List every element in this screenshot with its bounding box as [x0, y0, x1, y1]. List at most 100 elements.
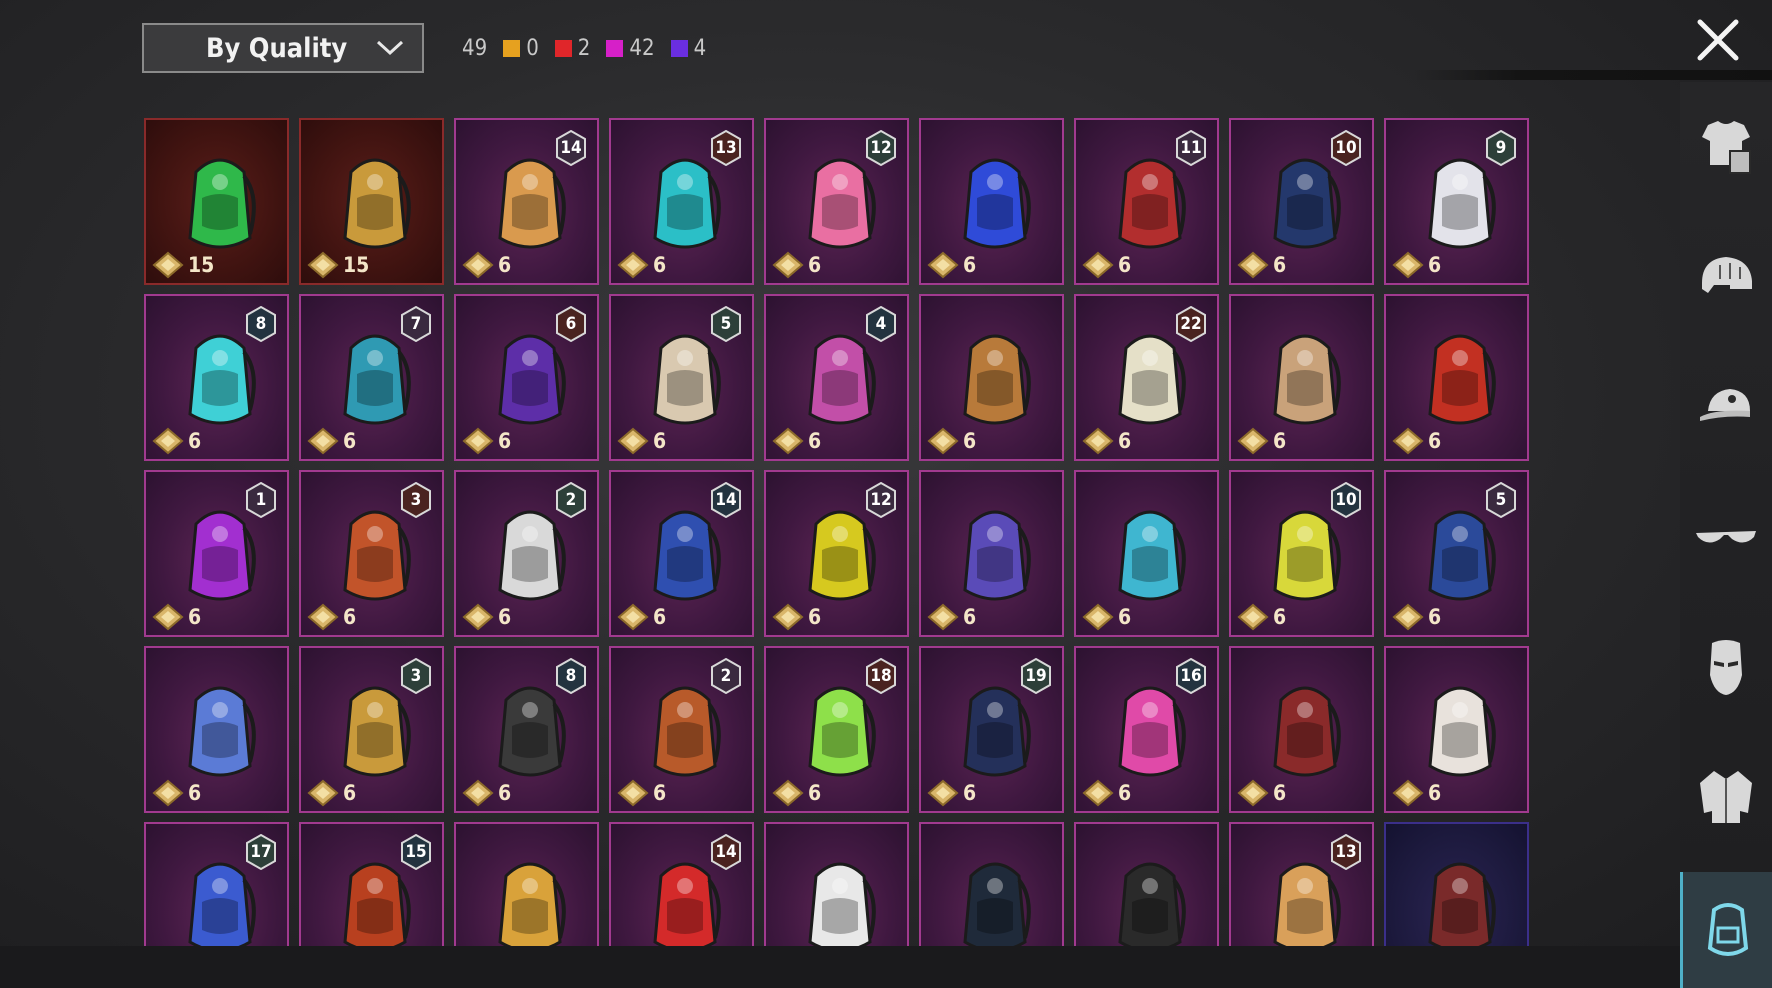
- price-tag: 6: [927, 427, 976, 455]
- level-badge: 14: [710, 481, 742, 519]
- backpack-item[interactable]: 13: [1229, 822, 1374, 946]
- backpack-item[interactable]: 18 6: [764, 646, 909, 813]
- level-badge: 3: [400, 481, 432, 519]
- backpack-item[interactable]: 86: [454, 646, 599, 813]
- backpack-item[interactable]: 14: [609, 822, 754, 946]
- backpack-item[interactable]: 36: [299, 646, 444, 813]
- coin-icon: [307, 251, 339, 279]
- level-badge: 18: [865, 657, 897, 695]
- outfit-icon: [1702, 121, 1751, 174]
- backpack-item[interactable]: 66: [454, 294, 599, 461]
- sidebar-item-helmet[interactable]: [1680, 222, 1772, 332]
- backpack-item[interactable]: 76: [299, 294, 444, 461]
- backpack-item[interactable]: 11 6: [1074, 118, 1219, 285]
- backpack-item[interactable]: 86: [144, 294, 289, 461]
- price-tag: 6: [772, 603, 821, 631]
- backpack-item[interactable]: 10 6: [1229, 118, 1374, 285]
- level-badge-number: 13: [1335, 842, 1357, 862]
- backpack-item[interactable]: [919, 822, 1064, 946]
- backpack-item[interactable]: [1384, 822, 1529, 946]
- backpack-item[interactable]: 6: [1384, 294, 1529, 461]
- price-value: 6: [653, 781, 667, 805]
- backpack-item[interactable]: 46: [764, 294, 909, 461]
- backpack-item[interactable]: 56: [1384, 470, 1529, 637]
- backpack-item[interactable]: 96: [1384, 118, 1529, 285]
- price-value: 6: [1118, 429, 1132, 453]
- backpack-item[interactable]: 19 6: [919, 646, 1064, 813]
- coin-icon: [1082, 603, 1114, 631]
- backpack-item[interactable]: 26: [454, 470, 599, 637]
- backpack-item-image: [963, 510, 1031, 601]
- level-badge: 9: [1485, 129, 1517, 167]
- backpack-item[interactable]: 6: [919, 294, 1064, 461]
- backpack-item[interactable]: 6: [144, 646, 289, 813]
- backpack-item-image: [963, 862, 1031, 946]
- sidebar-item-cap[interactable]: [1680, 352, 1772, 462]
- level-badge-number: 6: [565, 314, 577, 334]
- price-value: 6: [1428, 253, 1442, 277]
- price-value: 6: [653, 253, 667, 277]
- backpack-item[interactable]: 10 6: [1229, 470, 1374, 637]
- sidebar-item-mask[interactable]: [1680, 612, 1772, 722]
- backpack-item[interactable]: 6: [1074, 470, 1219, 637]
- price-value: 6: [498, 781, 512, 805]
- coin-icon: [1392, 779, 1424, 807]
- backpack-item[interactable]: [454, 822, 599, 946]
- sidebar-item-glasses[interactable]: [1680, 482, 1772, 592]
- backpack-item[interactable]: 56: [609, 294, 754, 461]
- coin-icon: [462, 251, 494, 279]
- backpack-item[interactable]: 15: [299, 118, 444, 285]
- level-badge: 1: [245, 481, 277, 519]
- category-sidebar: [1680, 82, 1772, 988]
- price-tag: 6: [927, 779, 976, 807]
- level-badge: 22: [1175, 305, 1207, 343]
- backpack-item[interactable]: 22 6: [1074, 294, 1219, 461]
- price-value: 6: [343, 429, 357, 453]
- level-badge-number: 4: [875, 314, 887, 334]
- backpack-item[interactable]: 6: [1229, 646, 1374, 813]
- level-badge-number: 7: [410, 314, 422, 334]
- price-value: 6: [1428, 605, 1442, 629]
- backpack-item[interactable]: 14 6: [609, 470, 754, 637]
- price-value: 6: [808, 429, 822, 453]
- price-tag: 6: [152, 603, 201, 631]
- coin-icon: [1392, 427, 1424, 455]
- level-badge-number: 17: [250, 842, 272, 862]
- sidebar-item-backpack[interactable]: [1680, 872, 1772, 988]
- price-tag: 6: [617, 427, 666, 455]
- backpack-item[interactable]: 6: [919, 470, 1064, 637]
- backpack-item[interactable]: 36: [299, 470, 444, 637]
- price-value: 6: [808, 253, 822, 277]
- backpack-item[interactable]: 13 6: [609, 118, 754, 285]
- backpack-item-image: [1428, 686, 1496, 777]
- rarity-count-purple-value: 4: [693, 35, 707, 61]
- backpack-item[interactable]: 12 6: [764, 470, 909, 637]
- coin-icon: [1392, 251, 1424, 279]
- price-tag: 6: [307, 779, 356, 807]
- backpack-item[interactable]: 15: [299, 822, 444, 946]
- price-tag: 6: [307, 427, 356, 455]
- backpack-item[interactable]: 26: [609, 646, 754, 813]
- backpack-item[interactable]: 6: [1384, 646, 1529, 813]
- sidebar-item-outfit[interactable]: [1680, 92, 1772, 202]
- coin-icon: [772, 251, 804, 279]
- backpack-item[interactable]: 6: [919, 118, 1064, 285]
- level-badge-number: 5: [1495, 490, 1507, 510]
- backpack-item[interactable]: 16 6: [1074, 646, 1219, 813]
- backpack-item[interactable]: 15: [144, 118, 289, 285]
- price-tag: 6: [772, 779, 821, 807]
- price-tag: 6: [927, 251, 976, 279]
- sidebar-item-jacket[interactable]: [1680, 742, 1772, 852]
- rarity-count-red: 2: [554, 36, 590, 61]
- backpack-item[interactable]: 14 6: [454, 118, 599, 285]
- backpack-item[interactable]: 6: [1229, 294, 1374, 461]
- sort-dropdown[interactable]: By Quality: [142, 23, 424, 73]
- backpack-item[interactable]: 16: [144, 470, 289, 637]
- close-button[interactable]: [1692, 14, 1744, 66]
- rarity-swatch-purple: [670, 39, 688, 57]
- level-badge-number: 10: [1335, 138, 1357, 158]
- backpack-item[interactable]: [764, 822, 909, 946]
- backpack-item[interactable]: 12 6: [764, 118, 909, 285]
- backpack-item[interactable]: [1074, 822, 1219, 946]
- backpack-item[interactable]: 17: [144, 822, 289, 946]
